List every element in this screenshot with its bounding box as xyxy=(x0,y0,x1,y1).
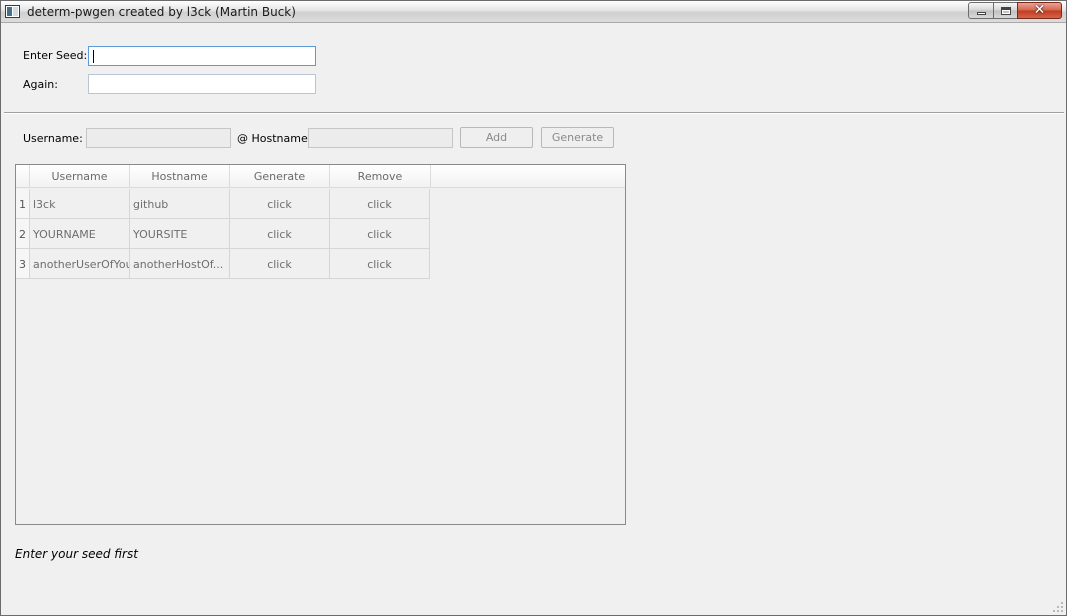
generate-button[interactable]: Generate xyxy=(541,127,614,148)
cell-username[interactable]: anotherUserOfYou xyxy=(30,249,130,279)
table-corner[interactable] xyxy=(16,165,30,188)
cell-remove-click[interactable]: click xyxy=(330,189,430,219)
cell-hostname[interactable]: YOURSITE xyxy=(130,219,230,249)
cell-hostname[interactable]: github xyxy=(130,189,230,219)
app-icon[interactable] xyxy=(5,5,20,18)
cell-hostname[interactable]: anotherHostOf... xyxy=(130,249,230,279)
resize-grip[interactable] xyxy=(1053,602,1063,612)
again-label: Again: xyxy=(23,78,58,91)
table-header: Username Hostname Generate Remove xyxy=(16,165,625,188)
cell-username[interactable]: YOURNAME xyxy=(30,219,130,249)
cell-username[interactable]: l3ck xyxy=(30,189,130,219)
hostname-input[interactable] xyxy=(308,128,453,148)
minimize-icon xyxy=(977,12,986,15)
app-window: determ-pwgen created by l3ck (Martin Buc… xyxy=(0,0,1067,616)
cell-remove-click[interactable]: click xyxy=(330,219,430,249)
cell-generate-click[interactable]: click xyxy=(230,189,330,219)
row-number[interactable]: 2 xyxy=(16,219,30,249)
maximize-button[interactable] xyxy=(993,2,1018,19)
hostname-label: @ Hostname: xyxy=(237,132,312,145)
cell-generate-click[interactable]: click xyxy=(230,249,330,279)
window-title: determ-pwgen created by l3ck (Martin Buc… xyxy=(27,5,296,19)
title-bar[interactable]: determ-pwgen created by l3ck (Martin Buc… xyxy=(1,1,1066,23)
cell-remove-click[interactable]: click xyxy=(330,249,430,279)
row-number[interactable]: 3 xyxy=(16,249,30,279)
close-icon: ✕ xyxy=(1033,2,1046,18)
seed-again-input[interactable] xyxy=(88,74,316,94)
add-button[interactable]: Add xyxy=(460,127,533,148)
username-input[interactable] xyxy=(86,128,231,148)
window-controls: ✕ xyxy=(968,2,1062,20)
column-header-username[interactable]: Username xyxy=(30,165,130,188)
section-separator xyxy=(4,112,1064,114)
credentials-table[interactable]: Username Hostname Generate Remove 1 l3ck… xyxy=(15,164,626,525)
minimize-button[interactable] xyxy=(968,2,994,19)
username-label: Username: xyxy=(23,132,83,145)
cell-generate-click[interactable]: click xyxy=(230,219,330,249)
row-number[interactable]: 1 xyxy=(16,189,30,219)
text-caret xyxy=(93,50,94,63)
status-message: Enter your seed first xyxy=(15,547,138,561)
column-header-generate[interactable]: Generate xyxy=(230,165,330,188)
column-header-hostname[interactable]: Hostname xyxy=(130,165,230,188)
column-header-remove[interactable]: Remove xyxy=(330,165,431,188)
maximize-icon xyxy=(1001,7,1011,15)
close-button[interactable]: ✕ xyxy=(1017,2,1062,19)
enter-seed-label: Enter Seed: xyxy=(23,49,88,62)
seed-input[interactable] xyxy=(88,46,316,66)
